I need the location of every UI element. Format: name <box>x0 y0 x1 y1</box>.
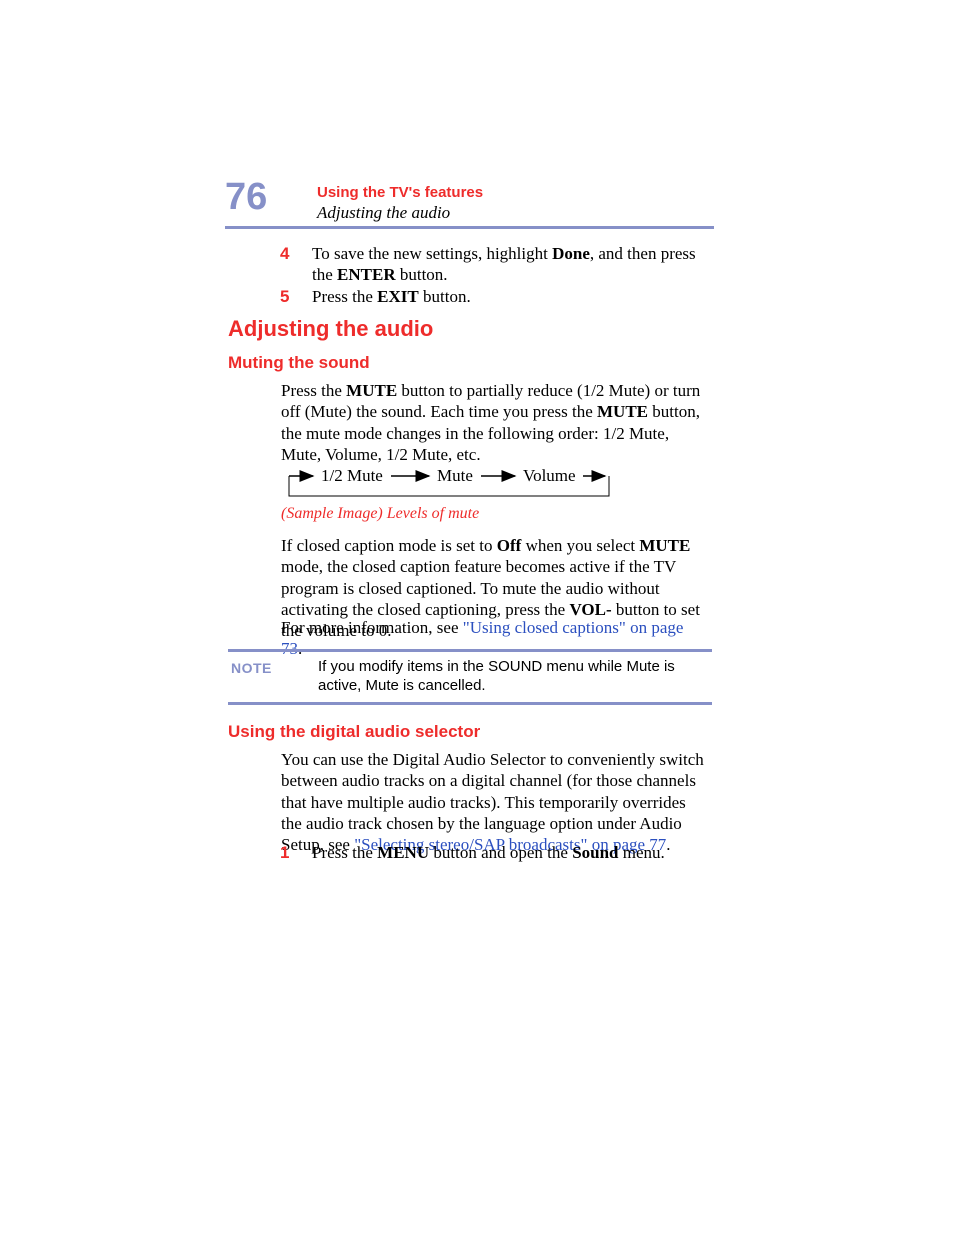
step-number: 1 <box>280 842 289 863</box>
text: Press the <box>312 843 377 862</box>
step-number: 5 <box>280 286 289 307</box>
mute-cycle-diagram: 1/2 Mute Mute Volume <box>281 462 615 500</box>
heading-digital-audio-selector: Using the digital audio selector <box>228 722 480 742</box>
text: when you select <box>521 536 639 555</box>
text: To save the new settings, highlight <box>312 244 552 263</box>
header-chapter: Using the TV's features <box>317 184 483 201</box>
text: If closed caption mode is set to <box>281 536 497 555</box>
heading-adjusting-audio: Adjusting the audio <box>228 316 433 342</box>
paragraph-mute-moreinfo: For more information, see "Using closed … <box>281 617 706 660</box>
heading-muting-sound: Muting the sound <box>228 353 370 373</box>
text: button and open the <box>429 843 572 862</box>
header-block: Using the TV's features Adjusting the au… <box>317 184 483 223</box>
bold: ENTER <box>337 265 396 284</box>
note-box: NOTE If you modify items in the SOUND me… <box>228 658 712 696</box>
diagram-label-c: Volume <box>523 466 576 485</box>
bold: MUTE <box>639 536 690 555</box>
note-rule-bottom <box>228 702 712 705</box>
bold: MUTE <box>597 402 648 421</box>
diagram-label-a: 1/2 Mute <box>321 466 383 485</box>
step-4: 4 To save the new settings, highlight Do… <box>280 243 714 286</box>
step-1: 1 Press the MENU button and open the Sou… <box>280 842 714 863</box>
note-rule-top <box>228 649 712 652</box>
text: button. <box>396 265 448 284</box>
bold: MENU <box>377 843 429 862</box>
text: For more information, see <box>281 618 463 637</box>
bold: EXIT <box>377 287 419 306</box>
header-section: Adjusting the audio <box>317 203 483 223</box>
page-number: 76 <box>225 176 267 219</box>
paragraph-mute-intro: Press the MUTE button to partially reduc… <box>281 380 706 465</box>
bold: Done <box>552 244 590 263</box>
bold: Sound <box>572 843 618 862</box>
text: Press the <box>281 381 346 400</box>
text: Press the <box>312 287 377 306</box>
bold: Off <box>497 536 522 555</box>
bold: VOL- <box>569 600 611 619</box>
text: button. <box>419 287 471 306</box>
diagram-label-b: Mute <box>437 466 473 485</box>
header-rule <box>225 226 714 229</box>
paragraph-digital-audio: You can use the Digital Audio Selector t… <box>281 749 706 855</box>
bold: MUTE <box>346 381 397 400</box>
diagram-caption: (Sample Image) Levels of mute <box>281 505 479 523</box>
text: menu. <box>619 843 665 862</box>
step-number: 4 <box>280 243 289 264</box>
note-label: NOTE <box>231 660 272 676</box>
step-5: 5 Press the EXIT button. <box>280 286 714 307</box>
note-text: If you modify items in the SOUND menu wh… <box>318 658 712 696</box>
